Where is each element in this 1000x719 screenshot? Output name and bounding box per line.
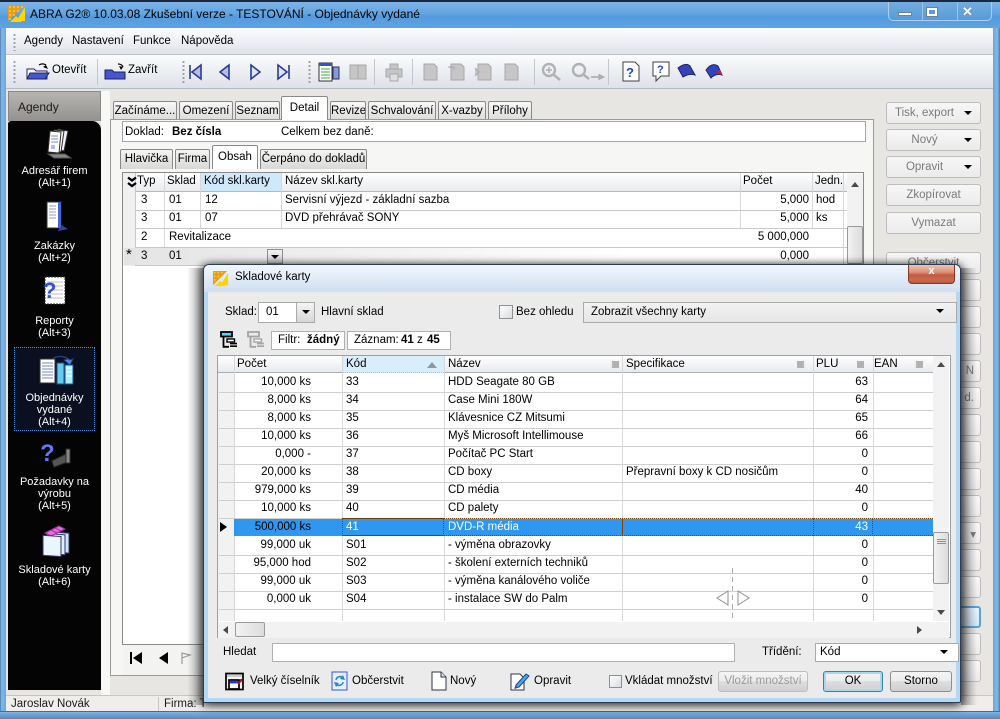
svg-text:?: ? xyxy=(657,64,664,76)
svg-text:?: ? xyxy=(626,65,634,80)
svg-text:?: ? xyxy=(43,278,56,303)
